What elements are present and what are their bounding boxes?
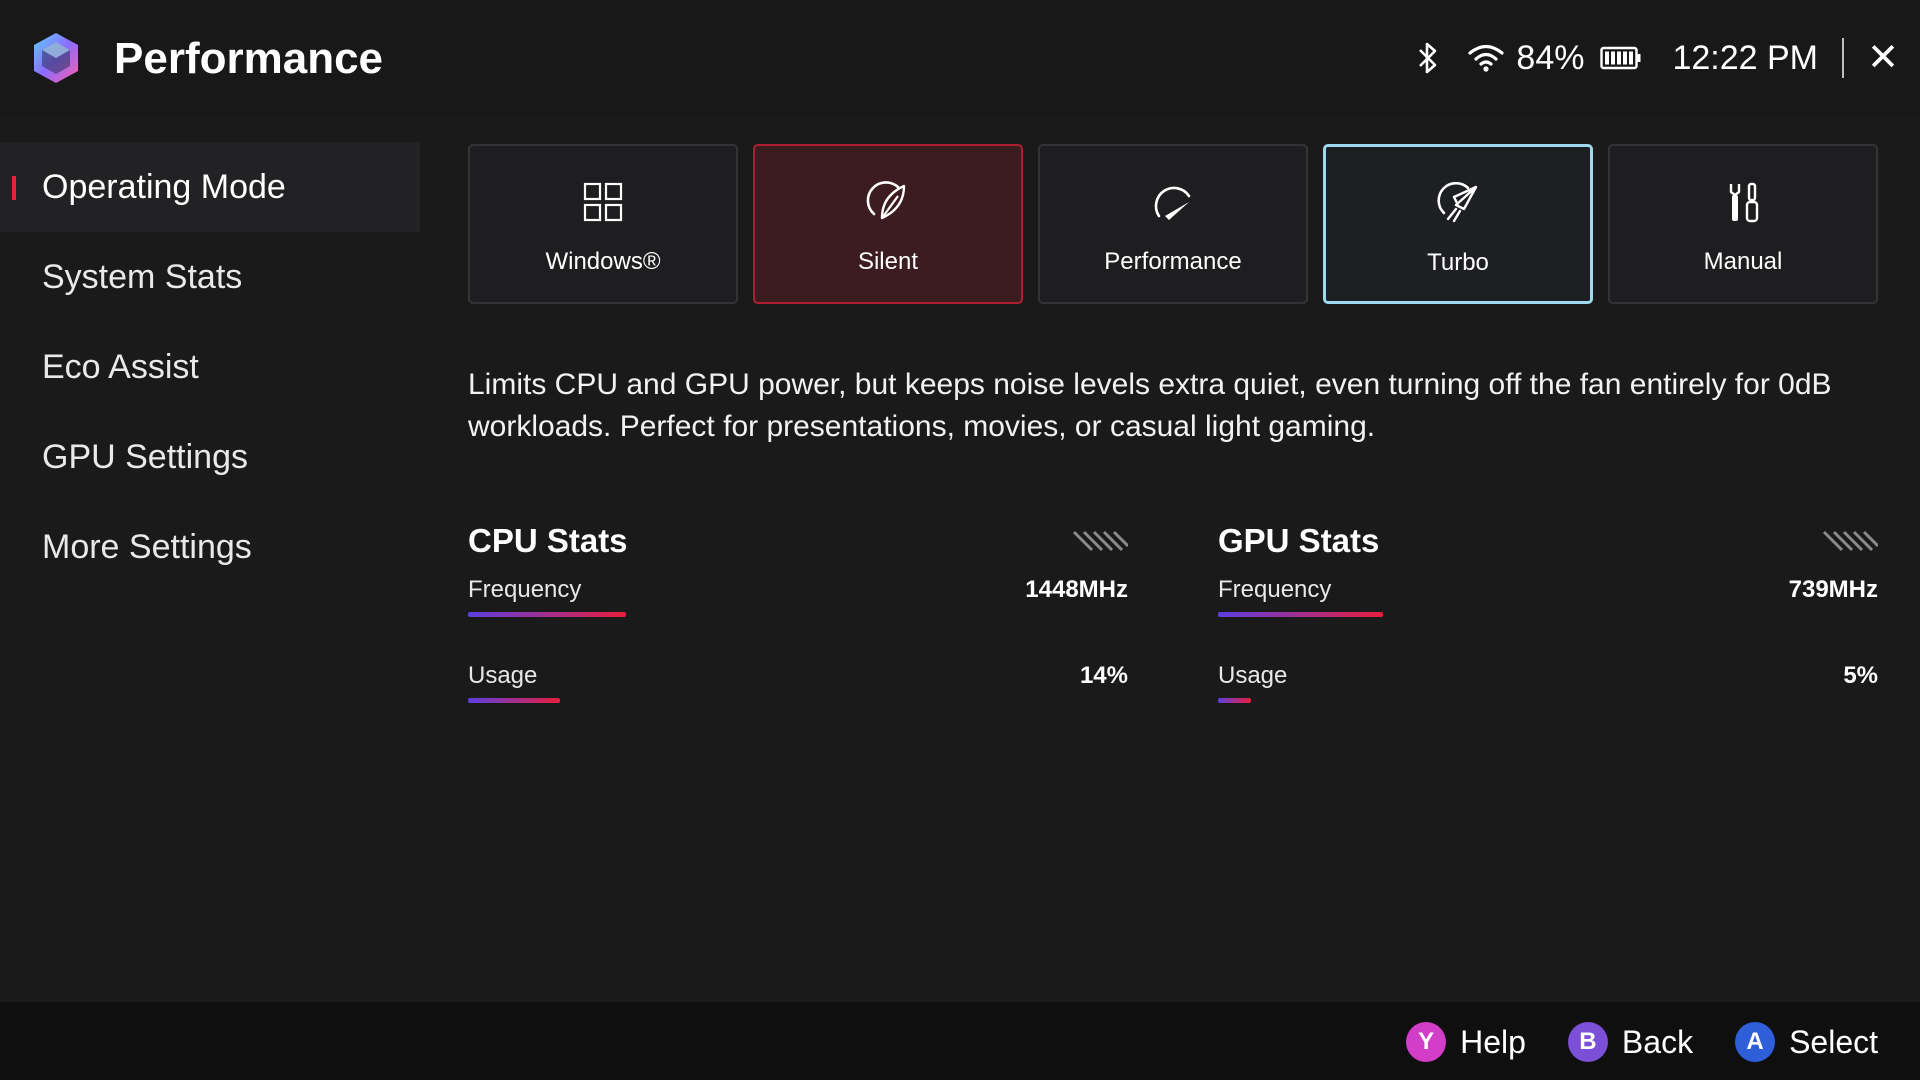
manual-tools-icon [1729, 182, 1759, 223]
mode-label: Silent [857, 248, 919, 275]
mode-silent-button[interactable]: Silent [753, 144, 1023, 304]
battery-icon [1600, 46, 1641, 70]
sidebar-item-label: Operating Mode [42, 167, 286, 206]
hint-label: Help [1460, 1023, 1526, 1060]
mode-label: Windows® [545, 248, 661, 275]
operating-mode-selector: Windows® Silent Performance Turbo Manual [468, 144, 1878, 304]
cpu-frequency-row: Frequency 1448MHz [468, 564, 1128, 650]
mode-windows-button[interactable]: Windows® [468, 144, 738, 304]
b-button-icon: B [1567, 1022, 1608, 1062]
cpu-stats-title: CPU Stats [468, 522, 628, 559]
select-hint-button[interactable]: A Select [1735, 1022, 1878, 1062]
turbo-rocket-icon [1437, 181, 1478, 223]
sidebar-item-gpu-settings[interactable]: GPU Settings [0, 412, 420, 502]
cpu-usage-row: Usage 14% [468, 650, 1128, 736]
stat-label: Usage [468, 662, 538, 689]
sidebar-item-eco-assist[interactable]: Eco Assist [0, 322, 420, 412]
divider [1842, 38, 1844, 78]
stripes-icon [1072, 530, 1128, 552]
button-hints: Y Help B Back A Select [1364, 1020, 1878, 1064]
cpu-usage-bar [468, 698, 560, 703]
gpu-usage-bar [1218, 698, 1251, 703]
mode-manual-button[interactable]: Manual [1608, 144, 1878, 304]
mode-turbo-button[interactable]: Turbo [1323, 144, 1593, 304]
mode-label: Turbo [1427, 249, 1489, 276]
gpu-frequency-value: 739MHz [1788, 576, 1878, 603]
clock: 12:22 PM [1672, 38, 1818, 77]
hint-label: Back [1621, 1023, 1694, 1060]
performance-gauge-icon [1154, 186, 1191, 220]
stat-label: Frequency [468, 576, 582, 603]
gpu-usage-value: 5% [1843, 662, 1878, 689]
cpu-stats-panel: CPU Stats Frequency 1448MHz Usage 14% [468, 518, 1128, 736]
close-button[interactable]: ✕ [1866, 30, 1900, 86]
stat-label: Frequency [1218, 576, 1332, 603]
cpu-frequency-bar [468, 612, 626, 617]
a-button-icon: A [1735, 1022, 1776, 1062]
gpu-stats-panel: GPU Stats Frequency 739MHz Usage 5% [1218, 518, 1878, 736]
back-hint-button[interactable]: B Back [1567, 1022, 1694, 1062]
mode-performance-button[interactable]: Performance [1038, 144, 1308, 304]
sidebar-item-more-settings[interactable]: More Settings [0, 502, 420, 592]
mode-label: Performance [1104, 248, 1242, 275]
armoury-crate-logo-icon [34, 33, 78, 83]
windows-grid-icon [583, 182, 623, 222]
battery-percent: 84% [1516, 38, 1585, 77]
sidebar-item-system-stats[interactable]: System Stats [0, 232, 420, 322]
sidebar-item-label: More Settings [42, 527, 252, 566]
sidebar-item-label: GPU Settings [42, 437, 248, 476]
mode-description: Limits CPU and GPU power, but keeps nois… [468, 368, 1832, 443]
controller-hint-bar: Y Help B Back A Select [0, 1002, 1920, 1080]
stripes-icon [1822, 530, 1878, 552]
status-area: 84% 12:22 PM ✕ [1416, 30, 1920, 86]
sidebar-item-label: Eco Assist [42, 347, 199, 386]
bluetooth-icon [1419, 42, 1437, 74]
gpu-usage-row: Usage 5% [1218, 650, 1878, 736]
mode-label: Manual [1703, 248, 1783, 275]
silent-leaf-icon [866, 181, 906, 220]
sidebar-item-operating-mode[interactable]: Operating Mode [0, 142, 420, 232]
page-title: Performance [114, 34, 384, 83]
cpu-usage-value: 14% [1079, 662, 1128, 689]
sidebar-item-label: System Stats [42, 257, 243, 296]
gpu-frequency-row: Frequency 739MHz [1218, 564, 1878, 650]
title-bar: Performance 84% 12:22 PM ✕ [0, 0, 1920, 118]
y-button-icon: Y [1406, 1022, 1447, 1062]
hint-label: Select [1789, 1023, 1878, 1060]
wifi-icon [1468, 44, 1505, 72]
sidebar: Operating Mode System Stats Eco Assist G… [0, 142, 420, 592]
gpu-stats-title: GPU Stats [1218, 522, 1380, 559]
gpu-frequency-bar [1218, 612, 1383, 617]
cpu-frequency-value: 1448MHz [1025, 576, 1128, 603]
help-hint-button[interactable]: Y Help [1406, 1022, 1526, 1062]
stat-label: Usage [1218, 662, 1288, 689]
